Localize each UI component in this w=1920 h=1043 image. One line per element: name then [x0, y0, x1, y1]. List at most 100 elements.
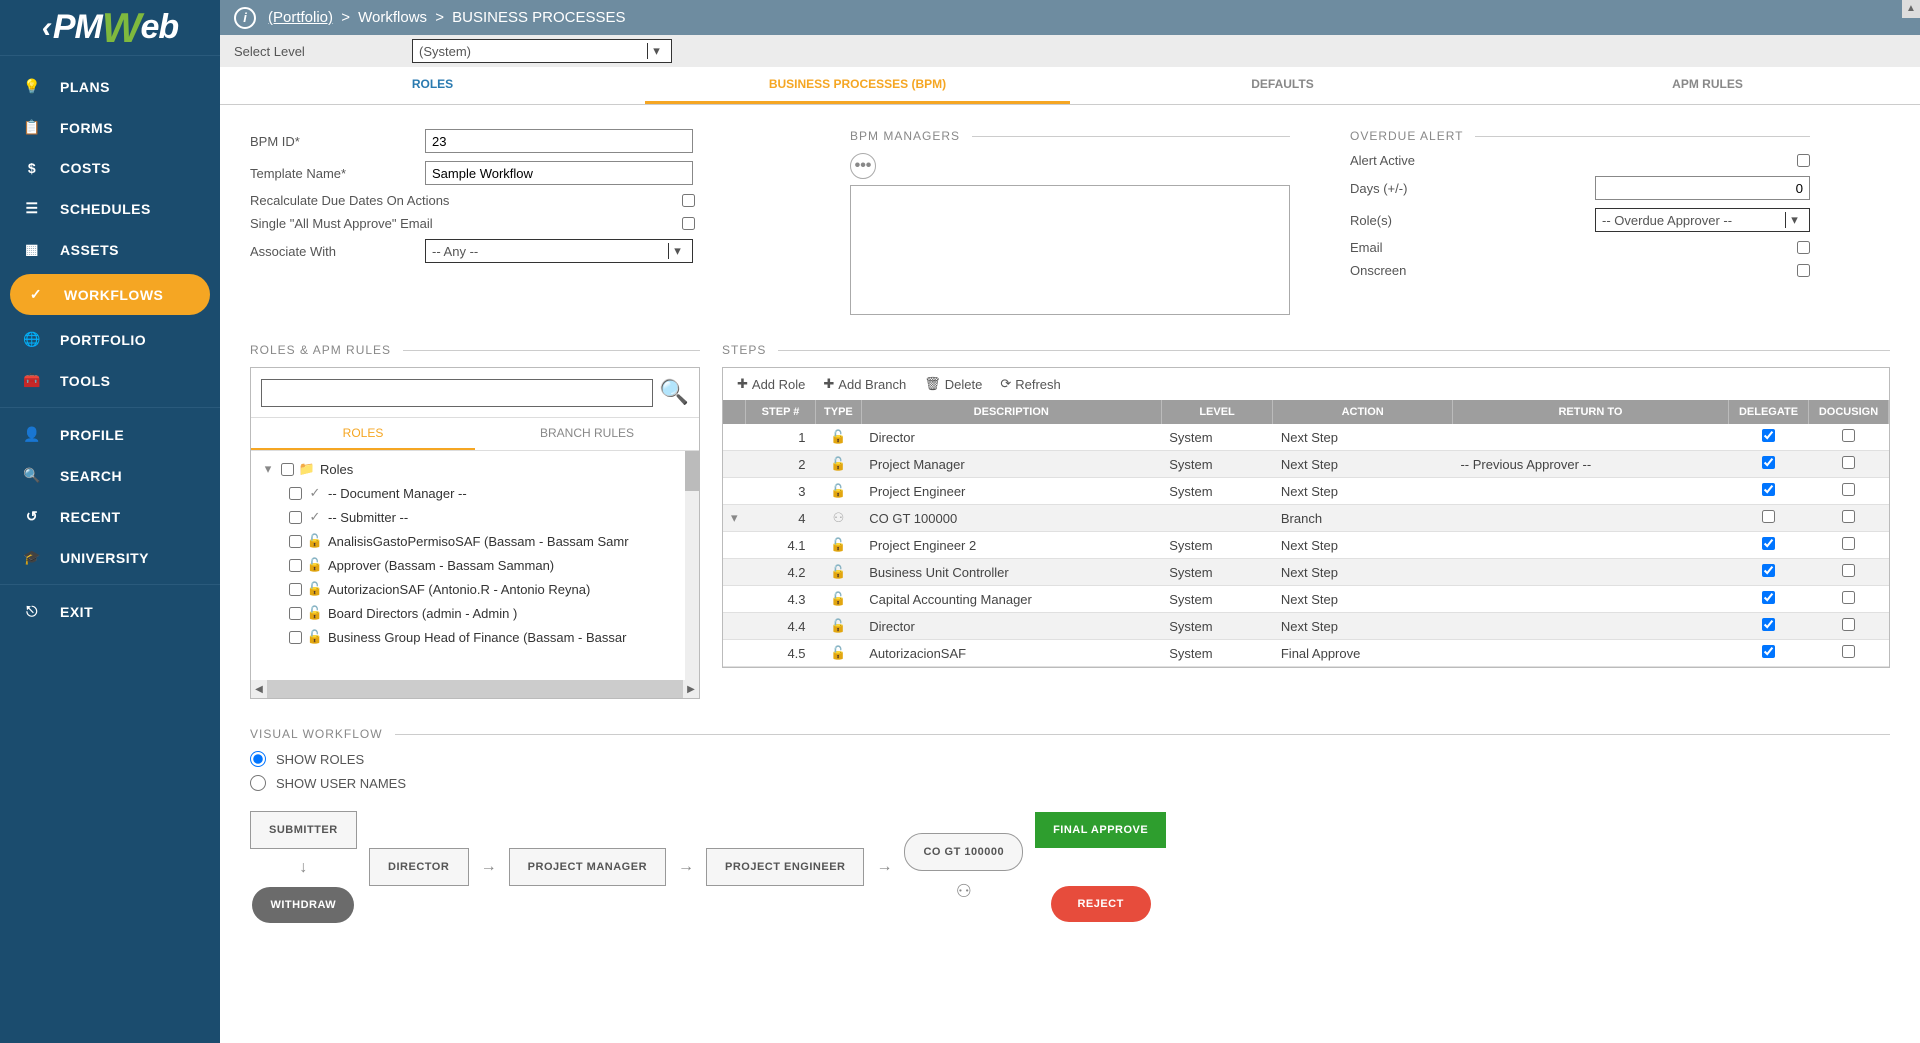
show-roles-radio[interactable] [250, 751, 266, 767]
table-row[interactable]: 4.4🔓DirectorSystemNext Step [723, 613, 1889, 640]
select-level-dropdown[interactable]: (System) ▾ [412, 39, 672, 63]
expand-icon[interactable] [723, 532, 746, 559]
node-co[interactable]: CO GT 100000 [904, 833, 1023, 871]
node-pe[interactable]: PROJECT ENGINEER [706, 848, 864, 886]
alert-active-checkbox[interactable] [1797, 154, 1810, 167]
tree-item[interactable]: 🔓Board Directors (admin - Admin ) [261, 601, 689, 625]
tree-checkbox[interactable] [289, 607, 302, 620]
docusign-checkbox[interactable] [1842, 483, 1855, 496]
tab-apm[interactable]: APM RULES [1495, 67, 1920, 104]
table-row[interactable]: 3🔓Project EngineerSystemNext Step [723, 478, 1889, 505]
sidebar-item-tools[interactable]: 🧰TOOLS [0, 360, 220, 401]
node-withdraw[interactable]: WITHDRAW [252, 887, 354, 923]
sidebar-item-costs[interactable]: $COSTS [0, 148, 220, 188]
alert-days-input[interactable] [1595, 176, 1810, 200]
tree-checkbox[interactable] [289, 559, 302, 572]
delegate-checkbox[interactable] [1762, 537, 1775, 550]
node-submitter[interactable]: SUBMITTER [250, 811, 357, 849]
template-name-input[interactable] [425, 161, 693, 185]
alert-onscreen-checkbox[interactable] [1797, 264, 1810, 277]
delegate-checkbox[interactable] [1762, 483, 1775, 496]
delegate-checkbox[interactable] [1762, 618, 1775, 631]
tab-defaults[interactable]: DEFAULTS [1070, 67, 1495, 104]
recalc-checkbox[interactable] [682, 194, 695, 207]
expand-icon[interactable] [723, 586, 746, 613]
table-row[interactable]: ▾4⚇CO GT 100000Branch [723, 505, 1889, 532]
docusign-checkbox[interactable] [1842, 645, 1855, 658]
docusign-checkbox[interactable] [1842, 456, 1855, 469]
info-icon[interactable]: i [234, 7, 256, 29]
sidebar-item-plans[interactable]: 💡PLANS [0, 66, 220, 107]
docusign-checkbox[interactable] [1842, 537, 1855, 550]
scroll-up-icon[interactable]: ▲ [1902, 0, 1920, 18]
tree-item[interactable]: 🔓Business Group Head of Finance (Bassam … [261, 625, 689, 649]
alert-email-checkbox[interactable] [1797, 241, 1810, 254]
sidebar-item-university[interactable]: 🎓UNIVERSITY [0, 537, 220, 578]
tab-roles[interactable]: ROLES [220, 67, 645, 104]
delegate-checkbox[interactable] [1762, 591, 1775, 604]
roles-hscroll[interactable]: ◀ ▶ [251, 680, 699, 698]
table-row[interactable]: 4.2🔓Business Unit ControllerSystemNext S… [723, 559, 1889, 586]
node-final-approve[interactable]: FINAL APPROVE [1035, 812, 1166, 848]
tree-checkbox[interactable] [289, 583, 302, 596]
sidebar-item-assets[interactable]: ▦ASSETS [0, 229, 220, 270]
tree-checkbox[interactable] [289, 631, 302, 644]
node-pm[interactable]: PROJECT MANAGER [509, 848, 666, 886]
delegate-checkbox[interactable] [1762, 456, 1775, 469]
roles-tree[interactable]: ▾ 📁 Roles ✓-- Document Manager --✓-- Sub… [251, 450, 699, 680]
expand-icon[interactable] [723, 478, 746, 505]
sidebar-item-forms[interactable]: 📋FORMS [0, 107, 220, 148]
search-icon[interactable]: 🔍 [659, 378, 689, 407]
show-users-radio[interactable] [250, 775, 266, 791]
tab-bpm[interactable]: BUSINESS PROCESSES (BPM) [645, 67, 1070, 104]
branch-rules-tab[interactable]: BRANCH RULES [475, 418, 699, 450]
sidebar-item-portfolio[interactable]: 🌐PORTFOLIO [0, 319, 220, 360]
table-row[interactable]: 1🔓DirectorSystemNext Step [723, 424, 1889, 451]
tree-item[interactable]: 🔓AnalisisGastoPermisoSAF (Bassam - Bassa… [261, 529, 689, 553]
tree-checkbox[interactable] [289, 535, 302, 548]
sidebar-item-exit[interactable]: ⎋EXIT [0, 591, 220, 632]
sidebar-item-recent[interactable]: ↺RECENT [0, 496, 220, 537]
delegate-checkbox[interactable] [1762, 645, 1775, 658]
sidebar-item-workflows[interactable]: ✓WORKFLOWS [10, 274, 210, 315]
node-director[interactable]: DIRECTOR [369, 848, 469, 886]
delegate-checkbox[interactable] [1762, 429, 1775, 442]
node-reject[interactable]: REJECT [1051, 886, 1151, 922]
managers-more-button[interactable]: ••• [850, 153, 876, 179]
tree-checkbox[interactable] [289, 487, 302, 500]
sidebar-item-profile[interactable]: 👤PROFILE [0, 414, 220, 455]
sidebar-item-schedules[interactable]: ☰SCHEDULES [0, 188, 220, 229]
scroll-right-icon[interactable]: ▶ [683, 684, 699, 695]
add-branch-button[interactable]: ✚Add Branch [823, 376, 906, 392]
tree-root[interactable]: ▾ 📁 Roles [261, 457, 689, 481]
docusign-checkbox[interactable] [1842, 429, 1855, 442]
tree-item[interactable]: ✓-- Submitter -- [261, 505, 689, 529]
expand-icon[interactable] [723, 640, 746, 667]
tree-item[interactable]: 🔓AutorizacionSAF (Antonio.R - Antonio Re… [261, 577, 689, 601]
docusign-checkbox[interactable] [1842, 618, 1855, 631]
table-row[interactable]: 4.3🔓Capital Accounting ManagerSystemNext… [723, 586, 1889, 613]
expand-icon[interactable] [723, 451, 746, 478]
table-row[interactable]: 4.5🔓AutorizacionSAFSystemFinal Approve [723, 640, 1889, 667]
bpm-id-input[interactable] [425, 129, 693, 153]
refresh-button[interactable]: ⟳Refresh [1000, 376, 1060, 392]
tree-checkbox[interactable] [289, 511, 302, 524]
docusign-checkbox[interactable] [1842, 591, 1855, 604]
breadcrumb-portfolio[interactable]: (Portfolio) [268, 9, 333, 26]
delete-button[interactable]: 🗑Delete [924, 376, 982, 392]
tree-item[interactable]: 🔓Approver (Bassam - Bassam Samman) [261, 553, 689, 577]
delegate-checkbox[interactable] [1762, 510, 1775, 523]
sidebar-item-search[interactable]: 🔍SEARCH [0, 455, 220, 496]
single-email-checkbox[interactable] [682, 217, 695, 230]
managers-list[interactable] [850, 185, 1290, 315]
table-row[interactable]: 2🔓Project ManagerSystemNext Step-- Previ… [723, 451, 1889, 478]
roles-vscroll[interactable] [685, 451, 699, 680]
roles-tab[interactable]: ROLES [251, 418, 475, 450]
expand-icon[interactable] [723, 424, 746, 451]
collapse-icon[interactable]: ▾ [261, 461, 275, 477]
delegate-checkbox[interactable] [1762, 564, 1775, 577]
docusign-checkbox[interactable] [1842, 564, 1855, 577]
add-role-button[interactable]: ✚Add Role [737, 376, 805, 392]
roles-search-input[interactable] [261, 379, 653, 407]
tree-checkbox[interactable] [281, 463, 294, 476]
